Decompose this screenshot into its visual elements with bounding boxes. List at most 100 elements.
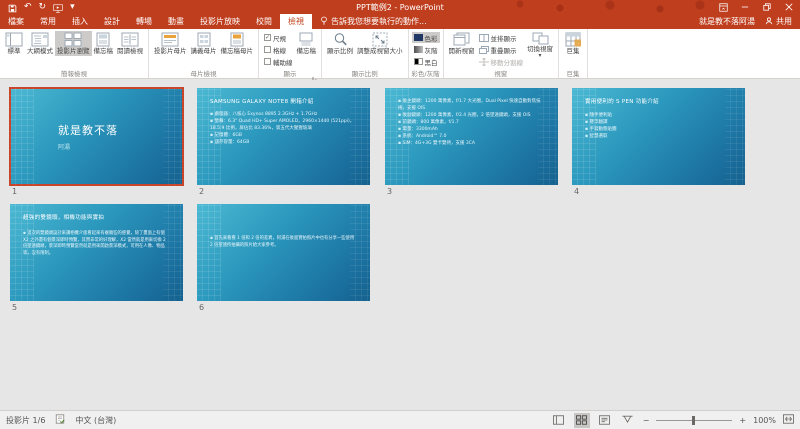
slideshow-status-button[interactable]	[620, 413, 636, 428]
quick-access-toolbar: ↶ ↻ ▾	[0, 0, 75, 14]
share-button[interactable]: 共用	[765, 16, 792, 27]
zoom-slider[interactable]	[656, 420, 732, 421]
slide-sorter-workspace[interactable]: 就是教不落 阿湯 1 SAMSUNG GALAXY NOTE8 開箱介紹 處理器…	[0, 80, 800, 410]
tab-design[interactable]: 設計	[96, 14, 128, 29]
group-label-macros: 巨集	[559, 68, 587, 78]
redo-icon[interactable]: ↻	[39, 3, 47, 12]
share-label: 共用	[776, 16, 792, 27]
fit-to-window-button[interactable]: 調整成視窗大小	[355, 31, 405, 56]
group-label-presentation-views: 簡報檢視	[0, 68, 148, 78]
grayscale-button[interactable]: 灰階	[412, 44, 440, 55]
cascade-icon	[479, 46, 489, 54]
notes-master-button[interactable]: 備忘稿母片	[219, 31, 256, 56]
slide-title: 實用便利的 S PEN 功能介紹	[585, 97, 735, 105]
fit-slide-to-window-icon[interactable]	[783, 414, 794, 426]
slide-sorter-icon	[64, 32, 82, 47]
tab-slideshow[interactable]: 投影片放映	[192, 14, 248, 29]
ruler-checkbox[interactable]: ✓ 尺規	[262, 32, 295, 43]
slide-cell-5: 超強的雙鏡頭，相機功能與實拍 這次的雙鏡頭設計來講相機介面看起來有複雜些的感覺，…	[10, 204, 183, 312]
zoom-in-button[interactable]: +	[739, 416, 746, 425]
minimize-button[interactable]	[734, 0, 756, 14]
normal-view-status-button[interactable]	[551, 413, 567, 428]
new-window-button[interactable]: 開新視窗	[447, 31, 477, 56]
slide-sorter-status-button[interactable]	[574, 413, 590, 428]
zoom-out-button[interactable]: −	[643, 416, 650, 425]
slide-thumbnail-6[interactable]: 首先來看看 1 倍和 2 倍的差異，阿湯在後面實拍照片中也有分享一些使用 2 倍…	[197, 204, 370, 301]
magnifier-icon	[333, 32, 348, 47]
window-controls	[712, 0, 800, 14]
outline-view-icon	[31, 32, 49, 47]
person-icon	[765, 17, 773, 27]
reading-view-status-button[interactable]	[597, 413, 613, 428]
arrange-all-button[interactable]: 並排顯示	[477, 32, 526, 43]
slide-number: 1	[12, 187, 183, 196]
normal-view-icon	[5, 32, 23, 47]
restore-button[interactable]	[756, 0, 778, 14]
slide-counter[interactable]: 投影片 1/6	[6, 415, 45, 426]
tab-review[interactable]: 校閱	[248, 14, 280, 29]
macros-button[interactable]: 巨集	[562, 31, 584, 56]
language-indicator[interactable]: 中文 (台灣)	[75, 415, 116, 426]
zoom-percent[interactable]: 100%	[753, 416, 776, 425]
guides-checkbox[interactable]: 輔助線	[262, 56, 295, 67]
undo-icon[interactable]: ↶	[24, 3, 32, 12]
zoom-slider-thumb[interactable]	[692, 416, 695, 425]
user-name[interactable]: 就是教不落阿湯	[699, 16, 755, 27]
slide-cell-2: SAMSUNG GALAXY NOTE8 開箱介紹 處理器：八核心 Exynos…	[197, 88, 370, 196]
tab-home[interactable]: 常用	[32, 14, 64, 29]
slide-thumbnail-1[interactable]: 就是教不落 阿湯	[10, 88, 183, 185]
black-white-button[interactable]: 黑白	[412, 56, 440, 67]
macros-icon	[565, 32, 581, 47]
slide-thumbnail-3[interactable]: 後主鏡頭：1200 萬像素，f/1.7 大光圈，Dual Pixel 快速自動對…	[385, 88, 558, 185]
notes-button[interactable]: 備忘稿	[295, 31, 319, 56]
slide-subtitle: 阿湯	[58, 142, 70, 151]
tab-insert[interactable]: 插入	[64, 14, 96, 29]
slide-cell-1: 就是教不落 阿湯 1	[10, 88, 183, 196]
slide-number: 4	[574, 187, 745, 196]
slide-thumbnail-2[interactable]: SAMSUNG GALAXY NOTE8 開箱介紹 處理器：八核心 Exynos…	[197, 88, 370, 185]
group-label-color: 彩色/灰階	[409, 68, 443, 78]
slide-bullets: 處理器：八核心 Exynos 8895 2.3GHz + 1.7GHz 螢幕：6…	[210, 112, 358, 147]
slide-bullets: 首先來看看 1 倍和 2 倍的差異，阿湯在後面實拍照片中也有分享一些使用 2 倍…	[210, 236, 358, 249]
slide-title: SAMSUNG GALAXY NOTE8 開箱介紹	[210, 97, 360, 105]
tab-animations[interactable]: 動畫	[160, 14, 192, 29]
tell-me-box[interactable]: 告訴我您想要執行的動作...	[312, 14, 435, 29]
slide-thumbnail-5[interactable]: 超強的雙鏡頭，相機功能與實拍 這次的雙鏡頭設計來講相機介面看起來有複雜些的感覺，…	[10, 204, 183, 301]
gridlines-checkbox[interactable]: 格線	[262, 44, 295, 55]
slide-bullets: 後主鏡頭：1200 萬像素，f/1.7 大光圈，Dual Pixel 快速自動對…	[398, 99, 546, 148]
slide-master-button[interactable]: 投影片母片	[152, 31, 189, 56]
checkbox-icon	[264, 46, 271, 53]
slide-sorter-button[interactable]: 投影片瀏覽	[55, 31, 92, 56]
tab-transitions[interactable]: 轉場	[128, 14, 160, 29]
status-bar: 投影片 1/6 中文 (台灣) − + 100%	[0, 410, 800, 429]
title-bar: PPT範例2 - PowerPoint ↶ ↻ ▾	[0, 0, 800, 14]
tab-view[interactable]: 檢視	[280, 14, 312, 29]
proofing-icon[interactable]	[55, 414, 65, 426]
slide-number: 6	[199, 303, 370, 312]
slide-number: 5	[12, 303, 183, 312]
close-button[interactable]	[778, 0, 800, 14]
qat-customize-icon[interactable]: ▾	[70, 3, 75, 12]
ribbon-display-options-icon[interactable]	[712, 0, 734, 14]
notes-icon	[299, 32, 313, 47]
account-area: 就是教不落阿湯 共用	[699, 14, 800, 29]
window-title: PPT範例2 - PowerPoint	[0, 2, 800, 13]
cascade-button[interactable]: 重疊顯示	[477, 44, 526, 55]
move-split-icon	[479, 58, 489, 66]
reading-view-button[interactable]: 閱讀檢視	[115, 31, 145, 56]
handout-master-button[interactable]: 講義母片	[189, 31, 219, 56]
normal-view-button[interactable]: 標準	[3, 31, 25, 56]
group-show: ✓ 尺規 格線 輔助線 備忘稿 顯示	[259, 29, 322, 78]
switch-windows-button[interactable]: 切換視窗 ▾	[525, 31, 555, 60]
color-button[interactable]: 色彩	[412, 32, 440, 43]
checkbox-checked-icon: ✓	[264, 34, 271, 41]
group-color-grayscale: 色彩 灰階 黑白 彩色/灰階	[409, 29, 444, 78]
zoom-button[interactable]: 顯示比例	[325, 31, 355, 56]
slide-bullets: 隨手便利貼 懸浮翻譯 手寫動態貼圖 智慧選取	[585, 113, 733, 141]
color-icon	[414, 34, 423, 41]
outline-view-button[interactable]: 大綱模式	[25, 31, 55, 56]
slide-thumbnail-4[interactable]: 實用便利的 S PEN 功能介紹 隨手便利貼 懸浮翻譯 手寫動態貼圖 智慧選取	[572, 88, 745, 185]
group-zoom: 顯示比例 調整成視窗大小 顯示比例	[322, 29, 409, 78]
tab-file[interactable]: 檔案	[0, 14, 32, 29]
notes-page-button[interactable]: 備忘稿	[92, 31, 116, 56]
